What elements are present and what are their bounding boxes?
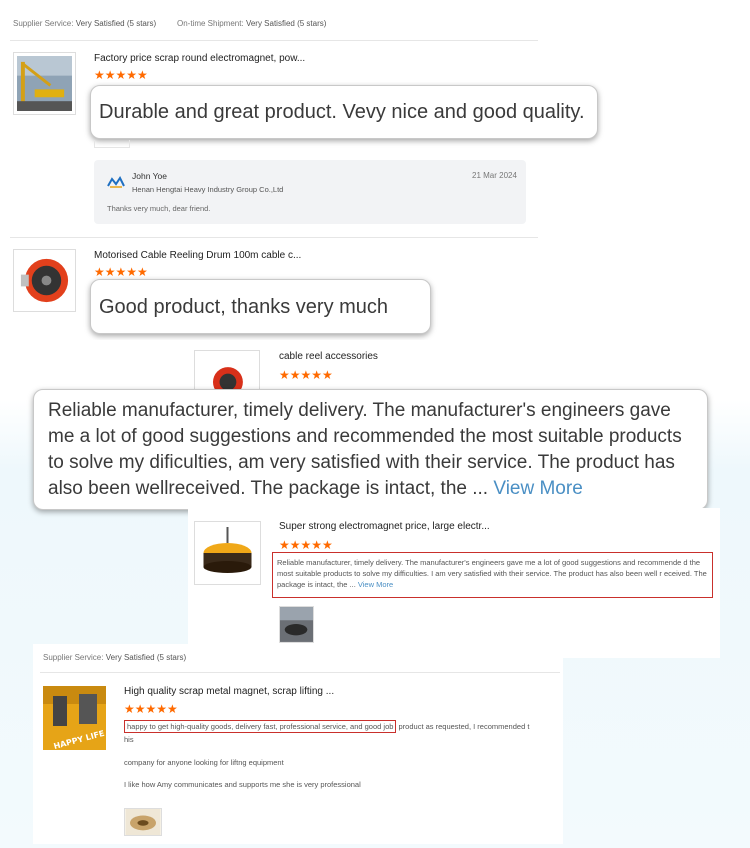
star-rating: ★★★★★ — [94, 265, 148, 279]
review-text: Reliable manufacturer, timely delivery. … — [277, 558, 707, 589]
electromagnet-image — [198, 525, 257, 581]
cable-reel-image — [17, 253, 72, 308]
company-logo-icon — [107, 176, 125, 188]
product-title[interactable]: cable reel accessories — [279, 351, 378, 362]
product-thumbnail[interactable]: HAPPY LIFE — [43, 686, 106, 750]
scrap-magnet-image: HAPPY LIFE — [43, 686, 106, 750]
divider — [10, 40, 538, 41]
review-photo-image — [280, 607, 313, 642]
product-thumbnail[interactable] — [13, 52, 76, 115]
electromagnet-crane-image — [17, 56, 72, 111]
review-card — [33, 644, 563, 844]
view-more-link[interactable]: View More — [358, 580, 393, 589]
supplier-reply: John Yoe Henan Hengtai Heavy Industry Gr… — [94, 160, 526, 224]
review-image-placeholder — [94, 140, 130, 148]
review-text-line2: company for anyone looking for liftng eq… — [124, 758, 284, 767]
product-title[interactable]: Motorised Cable Reeling Drum 100m cable … — [94, 250, 301, 261]
divider — [10, 237, 538, 238]
shipment-rating: On-time Shipment: Very Satisfied (5 star… — [177, 19, 327, 28]
review-callout: Durable and great product. Vevy nice and… — [90, 85, 598, 139]
product-thumbnail[interactable] — [194, 521, 261, 585]
review-photo-image — [125, 809, 161, 835]
supplier-service-rating: Supplier Service: Very Satisfied (5 star… — [43, 653, 187, 662]
product-thumbnail[interactable] — [13, 249, 76, 312]
reply-company: Henan Hengtai Heavy Industry Group Co.,L… — [132, 185, 284, 194]
review-photo[interactable] — [124, 808, 162, 836]
highlighted-phrase: happy to get high-quality goods, deliver… — [124, 720, 397, 733]
product-title[interactable]: High quality scrap metal magnet, scrap l… — [124, 686, 334, 697]
star-rating: ★★★★★ — [279, 538, 333, 552]
star-rating: ★★★★★ — [94, 68, 148, 82]
star-rating: ★★★★★ — [279, 368, 333, 382]
review-callout: Good product, thanks very much — [90, 279, 431, 334]
highlighted-review: Reliable manufacturer, timely delivery. … — [272, 552, 713, 598]
review-photo[interactable] — [279, 606, 314, 643]
view-more-link[interactable]: View More — [493, 478, 582, 499]
supplier-service-rating: Supplier Service: Very Satisfied (5 star… — [13, 19, 157, 28]
review-callout-expanded: Reliable manufacturer, timely delivery. … — [33, 389, 708, 510]
review-text-continued: his — [124, 735, 134, 744]
review-text-line3: I like how Amy communicates and supports… — [124, 780, 361, 789]
divider — [40, 672, 560, 673]
reply-text: Thanks very much, dear friend. — [107, 204, 211, 213]
star-rating: ★★★★★ — [124, 702, 178, 716]
product-title[interactable]: Factory price scrap round electromagnet,… — [94, 53, 305, 64]
reply-date: 21 Mar 2024 — [472, 171, 517, 180]
product-title[interactable]: Super strong electromagnet price, large … — [279, 521, 490, 532]
reply-author: John Yoe — [132, 171, 167, 181]
review-text: happy to get high-quality goods, deliver… — [124, 720, 529, 733]
